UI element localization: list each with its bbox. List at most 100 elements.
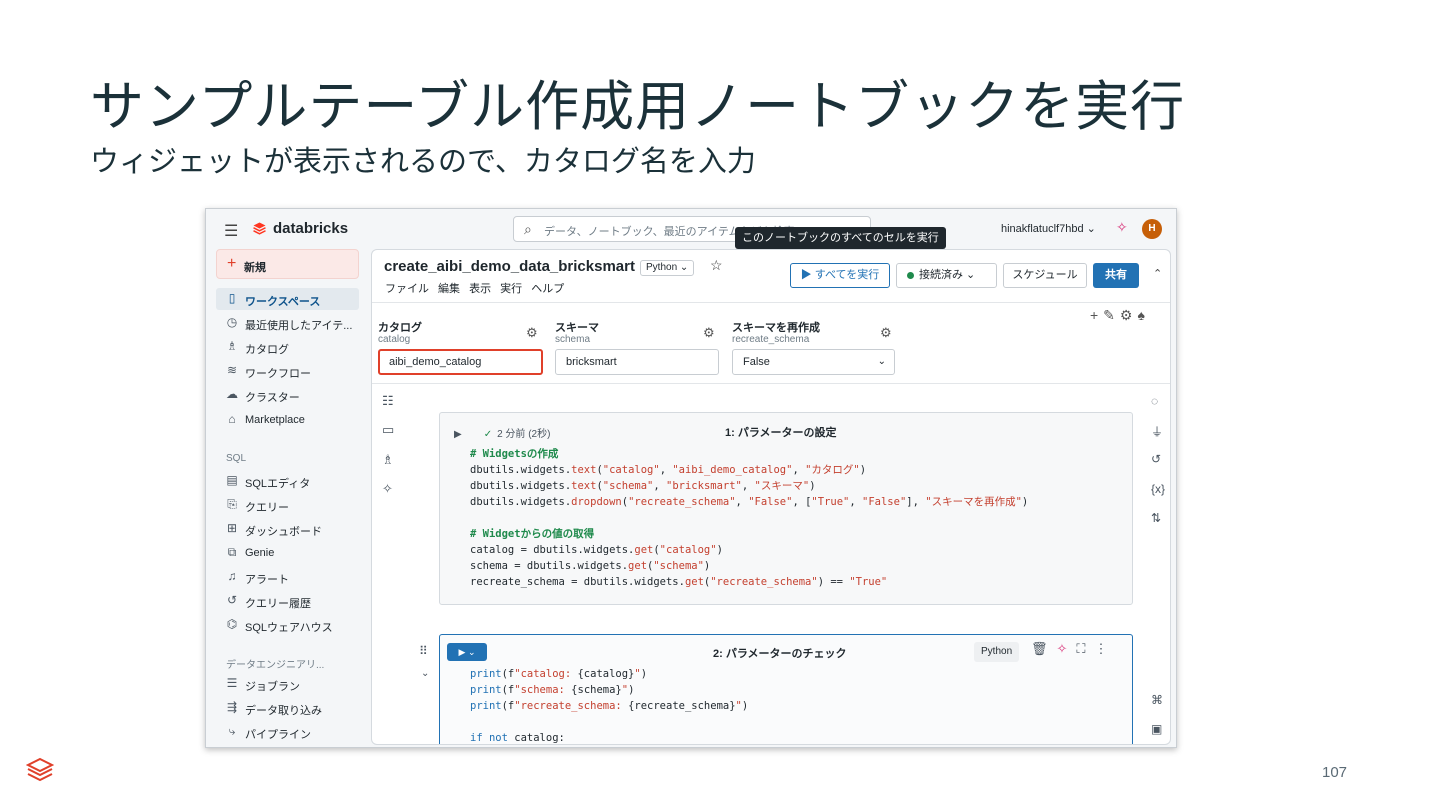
sidebar-item-recent[interactable]: ◷ 最近使用したアイテ...	[216, 312, 359, 334]
sidebar-item-queries[interactable]: ⎘ クエリー	[216, 494, 359, 516]
sidebar-item-sql-editor[interactable]: ▤ SQLエディタ	[216, 470, 359, 492]
play-icon[interactable]: ▶	[454, 429, 462, 440]
check-icon: ✓	[483, 429, 493, 440]
gear-icon[interactable]: ⚙	[880, 325, 892, 341]
sidebar-item-query-history[interactable]: ↺ クエリー履歴	[216, 590, 359, 612]
sidebar-item-pipelines[interactable]: ⤷ パイプライン	[216, 721, 359, 743]
cell-toolbar-icons[interactable]: 🗑✧⛶⋮	[1031, 641, 1117, 657]
warehouse-icon: ⌬	[226, 617, 238, 631]
variables-icon[interactable]: {x}	[1151, 482, 1165, 496]
gear-icon[interactable]: ⚙	[526, 325, 538, 341]
assistant-sparkle-icon[interactable]: ✧	[1116, 219, 1128, 236]
run-time-label: 2 分前 (2秒)	[497, 429, 551, 440]
sidebar-item-label: データ取り込み	[245, 705, 322, 717]
widget-schema-label: スキーマ	[555, 322, 599, 334]
workspace-user-menu[interactable]: hinakflatuclf7hbd ⌄	[1001, 222, 1096, 235]
menu-icon[interactable]: ☰	[224, 221, 238, 241]
query-icon: ⎘	[227, 497, 237, 511]
shortcuts-icon[interactable]: ⌘	[1151, 693, 1163, 707]
widget-toolbar-icons[interactable]: +✎⚙♠	[1090, 307, 1150, 324]
dashboard-icon: ⊞	[226, 521, 238, 535]
notebook-cell-1[interactable]: ▶ ✓ 2 分前 (2秒) 1: パラメーターの設定 # Widgetsの作成 db…	[439, 412, 1133, 605]
sidebar-item-label: Marketplace	[245, 414, 305, 426]
run-all-tooltip: このノートブックのすべてのセルを実行	[735, 227, 946, 249]
brand-name: databricks	[273, 220, 349, 237]
sidebar-item-genie[interactable]: ⧉ Genie	[216, 542, 359, 564]
sidebar-item-sql-warehouses[interactable]: ⌬ SQLウェアハウス	[216, 614, 359, 636]
slide-subtitle: ウィジェットが表示されるので、カタログ名を入力	[90, 144, 756, 178]
code-editor[interactable]: print(f"catalog: {catalog}") print(f"sch…	[470, 666, 748, 744]
avatar[interactable]: H	[1142, 219, 1162, 239]
databricks-logo-icon	[26, 757, 54, 782]
catalog-widget-input[interactable]: aibi_demo_catalog	[378, 349, 543, 375]
notebook-cell-2[interactable]: ▶ ⌄ 2: パラメーターのチェック Python 🗑✧⛶⋮ print(f"c…	[439, 634, 1133, 744]
notebook-language-selector[interactable]: Python ⌄	[640, 260, 695, 276]
catalog-icon: ♗	[226, 339, 238, 353]
sidebar-item-marketplace[interactable]: ⌂ Marketplace	[216, 409, 359, 431]
pipeline-icon: ⤷	[228, 724, 236, 738]
sidebar-item-label: ジョブラン	[245, 681, 300, 693]
sidebar-item-label: クエリー	[245, 502, 289, 514]
sidebar-item-alerts[interactable]: ♫ アラート	[216, 566, 359, 588]
widget-recreate-label: スキーマを再作成	[732, 322, 820, 334]
sidebar-item-workflows[interactable]: ≋ ワークフロー	[216, 360, 359, 382]
sidebar-item-job-runs[interactable]: ☰ ジョブラン	[216, 673, 359, 695]
new-button-label: 新規	[244, 262, 266, 274]
cloud-icon: ☁	[226, 387, 238, 401]
comments-icon[interactable]: ◌	[1151, 394, 1158, 408]
table-of-contents-icon[interactable]: ☷	[382, 393, 394, 409]
page-number: 107	[1322, 764, 1348, 781]
workspace-icon: ▯	[228, 291, 236, 305]
terminal-icon[interactable]: ▣	[1151, 722, 1162, 736]
share-button[interactable]: 共有	[1093, 263, 1139, 288]
sidebar-item-label: ワークフロー	[245, 368, 311, 380]
plus-icon: +	[227, 255, 237, 272]
sidebar-section-sql: SQL	[226, 453, 247, 464]
new-button[interactable]: + 新規	[216, 249, 359, 279]
catalog-icon[interactable]: ♗	[382, 452, 394, 468]
gear-icon[interactable]: ⚙	[703, 325, 715, 341]
sidebar-section-data-engineering: データエンジニアリ...	[226, 660, 325, 671]
code-editor[interactable]: # Widgetsの作成 dbutils.widgets.text("catal…	[470, 446, 1028, 590]
bell-icon: ♫	[227, 569, 237, 583]
history-icon[interactable]: ↺	[1151, 452, 1161, 466]
collapse-cell-icon[interactable]: ⌄	[421, 668, 429, 679]
folder-icon[interactable]: ▭	[382, 422, 394, 438]
chevron-up-icon[interactable]: ⌃	[1153, 267, 1162, 280]
experiments-icon[interactable]: ⏚	[1151, 423, 1163, 440]
sidebar-item-data-ingestion[interactable]: ⇶ データ取り込み	[216, 697, 359, 719]
run-all-button[interactable]: ▶ すべてを実行	[790, 263, 890, 288]
dropdown-value: False	[743, 356, 770, 368]
cell-run-status: ▶ ✓ 2 分前 (2秒)	[454, 425, 550, 440]
environment-icon[interactable]: ⇅	[1151, 511, 1161, 525]
widget-catalog-key: catalog	[378, 334, 411, 345]
connected-status-icon	[907, 271, 914, 279]
compute-connection-button[interactable]: 接続済み ⌄	[896, 263, 997, 288]
schema-widget-input[interactable]: bricksmart	[555, 349, 719, 375]
widget-recreate-key: recreate_schema	[732, 334, 810, 345]
cell-title: 1: パラメーターの設定	[725, 427, 837, 439]
sidebar-item-label: Genie	[245, 547, 275, 559]
recreate-schema-dropdown[interactable]: False ⌄	[732, 349, 895, 375]
drag-handle-icon[interactable]: ⠿	[419, 644, 428, 658]
sidebar-item-catalog[interactable]: ♗ カタログ	[216, 336, 359, 358]
sql-editor-icon: ▤	[226, 473, 238, 487]
genie-icon: ⧉	[227, 545, 237, 559]
star-icon[interactable]: ☆	[710, 257, 723, 274]
notebook-menu-bar[interactable]: ファイル 編集 表示 実行 ヘルプ	[385, 280, 564, 296]
sidebar-item-label: 最近使用したアイテ...	[245, 320, 353, 332]
slide-title: サンプルテーブル作成用ノートブックを実行	[90, 75, 1186, 138]
schedule-button[interactable]: スケジュール	[1003, 263, 1087, 288]
notebook-title[interactable]: create_aibi_demo_data_bricksmart	[384, 258, 635, 275]
assistant-icon[interactable]: ✧	[382, 481, 393, 497]
sidebar-item-label: カタログ	[245, 344, 289, 356]
sidebar-item-label: クエリー履歴	[245, 598, 311, 610]
top-bar: ☰ databricks ⌕ データ、ノートブック、最近のアイテムなどを検索 こ…	[206, 209, 1176, 249]
sidebar-item-workspace[interactable]: ▯ ワークスペース	[216, 288, 359, 310]
cell-language-badge[interactable]: Python	[974, 642, 1020, 662]
run-cell-button[interactable]: ▶ ⌄	[447, 643, 487, 661]
sidebar-item-clusters[interactable]: ☁ クラスター	[216, 384, 359, 406]
sidebar-item-dashboards[interactable]: ⊞ ダッシュボード	[216, 518, 359, 540]
job-runs-icon: ☰	[226, 676, 238, 690]
sidebar-item-label: SQLエディタ	[245, 478, 311, 490]
